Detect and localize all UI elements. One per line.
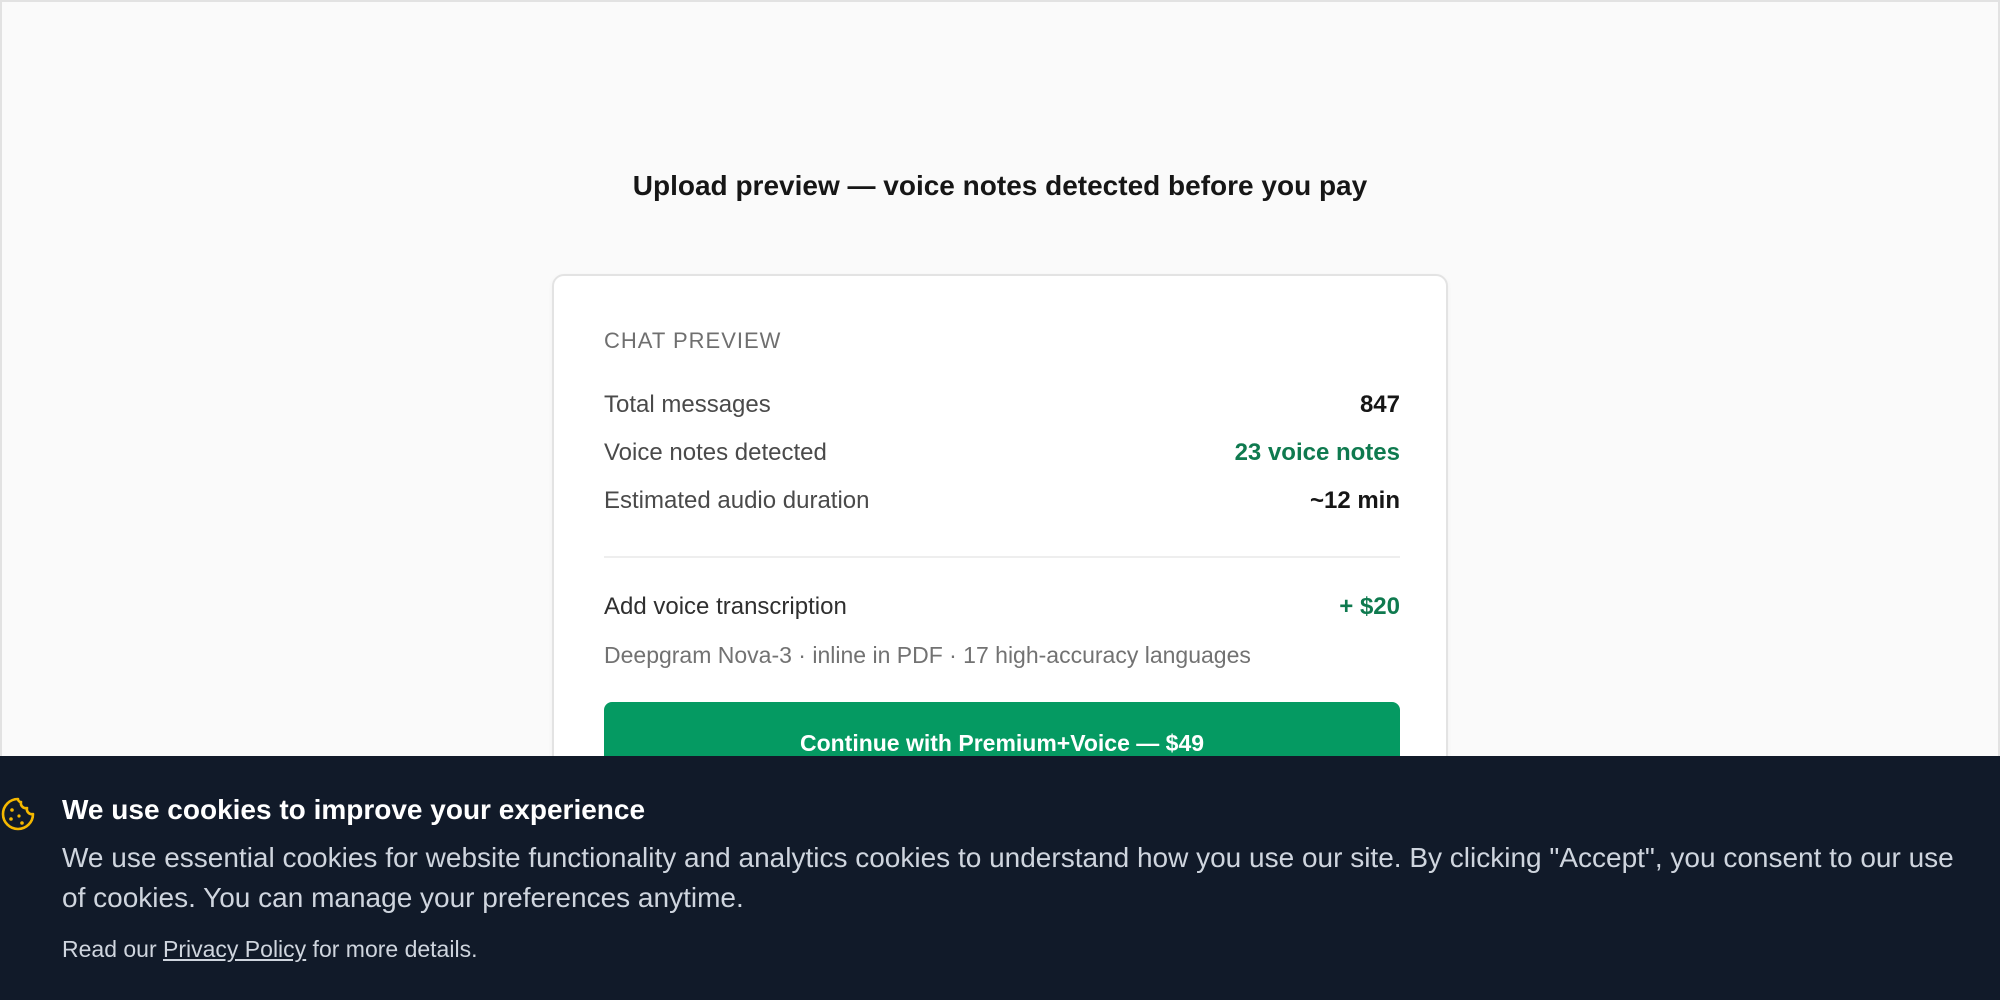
addon-row-voice-transcription: Add voice transcription + $20 xyxy=(604,590,1400,624)
cookie-body-line: We use essential cookies for website fun… xyxy=(62,842,1954,873)
stat-label: Total messages xyxy=(604,391,771,418)
chat-preview-card: CHAT PREVIEW Total messages 847 Voice no… xyxy=(552,274,1448,794)
cookie-icon xyxy=(1,797,35,831)
stat-value: ~12 min xyxy=(1309,487,1400,514)
stat-value: 847 xyxy=(1359,391,1400,418)
stat-row-audio-duration: Estimated audio duration ~12 min xyxy=(604,484,1400,518)
cookie-body: We use essential cookies for website fun… xyxy=(62,838,2000,918)
addon-price: + $20 xyxy=(1339,593,1400,620)
divider xyxy=(604,556,1400,558)
cookie-footer-prefix: Read our xyxy=(62,936,164,962)
stat-label: Voice notes detected xyxy=(604,439,827,466)
cookie-title: We use cookies to improve your experienc… xyxy=(62,794,646,825)
cookie-banner: We use cookies to improve your experienc… xyxy=(0,756,2000,1000)
privacy-policy-link[interactable]: Privacy Policy xyxy=(163,936,306,962)
section-label: CHAT PREVIEW xyxy=(604,328,782,353)
page-title: Upload preview — voice notes detected be… xyxy=(632,170,1368,201)
stat-label: Estimated audio duration xyxy=(604,487,870,514)
addon-description: Deepgram Nova-3 · inline in PDF · 17 hig… xyxy=(604,642,1251,668)
stat-row-voice-notes: Voice notes detected 23 voice notes xyxy=(604,436,1400,470)
stat-value: 23 voice notes xyxy=(1234,439,1400,466)
cookie-footer-suffix: for more details. xyxy=(306,936,478,962)
addon-label: Add voice transcription xyxy=(604,593,847,620)
cookie-footer: Read our Privacy Policy for more details… xyxy=(62,936,477,963)
cookie-body-line: of cookies. You can manage your preferen… xyxy=(62,882,744,913)
stat-row-total-messages: Total messages 847 xyxy=(604,388,1400,422)
